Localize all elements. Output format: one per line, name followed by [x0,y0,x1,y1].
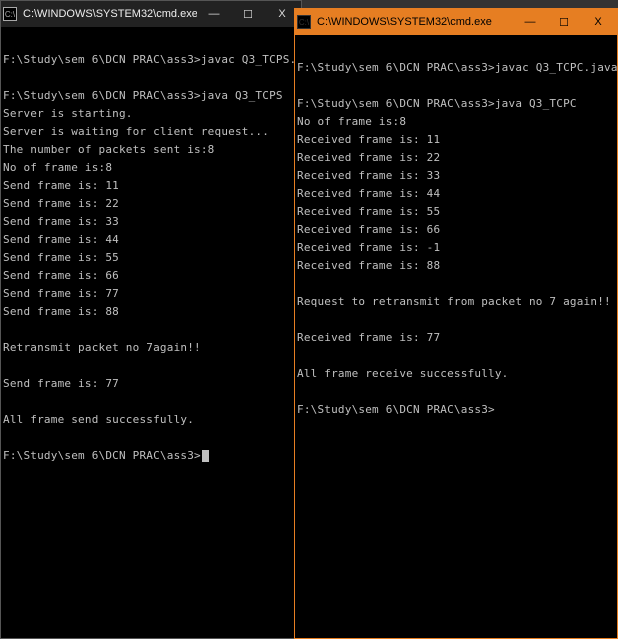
term-line: Send frame is: 11 [3,179,119,192]
term-line: Send frame is: 88 [3,305,119,318]
term-line: F:\Study\sem 6\DCN PRAC\ass3>java Q3_TCP… [3,89,283,102]
cmd-icon: C:\ [297,15,311,29]
term-line: Received frame is: 55 [297,205,440,218]
cursor-icon [202,450,209,462]
term-line: Received frame is: 77 [297,331,440,344]
cmd-window-server: C:\ C:\WINDOWS\SYSTEM32\cmd.exe — ☐ X F:… [0,0,302,639]
term-line: Received frame is: 33 [297,169,440,182]
maximize-button[interactable]: ☐ [547,11,581,33]
term-line: Received frame is: 88 [297,259,440,272]
window-title: C:\WINDOWS\SYSTEM32\cmd.exe [23,8,197,20]
term-line: All frame send successfully. [3,413,194,426]
term-line: Send frame is: 33 [3,215,119,228]
term-line: F:\Study\sem 6\DCN PRAC\ass3>java Q3_TCP… [297,97,577,110]
term-line: Received frame is: 11 [297,133,440,146]
cmd-window-client: C:\ C:\WINDOWS\SYSTEM32\cmd.exe — ☐ X F:… [294,8,618,639]
term-line: Server is waiting for client request... [3,125,269,138]
term-line: Request to retransmit from packet no 7 a… [297,295,611,308]
term-line: Send frame is: 77 [3,287,119,300]
term-line: Received frame is: 44 [297,187,440,200]
prompt-line[interactable]: F:\Study\sem 6\DCN PRAC\ass3> [3,449,209,462]
minimize-button[interactable]: — [197,3,231,25]
minimize-button[interactable]: — [513,11,547,33]
prompt-text: F:\Study\sem 6\DCN PRAC\ass3> [297,403,495,416]
term-line: Send frame is: 44 [3,233,119,246]
term-line: No of frame is:8 [297,115,406,128]
window-controls: — ☐ X [513,11,615,33]
term-line: Retransmit packet no 7again!! [3,341,201,354]
term-line: The number of packets sent is:8 [3,143,215,156]
close-button[interactable]: X [581,11,615,33]
titlebar[interactable]: C:\ C:\WINDOWS\SYSTEM32\cmd.exe — ☐ X [295,9,617,35]
term-line: F:\Study\sem 6\DCN PRAC\ass3>javac Q3_TC… [297,61,617,74]
term-line: Send frame is: 66 [3,269,119,282]
term-line: Send frame is: 22 [3,197,119,210]
term-line: Server is starting. [3,107,133,120]
prompt-text: F:\Study\sem 6\DCN PRAC\ass3> [3,449,201,462]
term-line: Received frame is: -1 [297,241,440,254]
terminal-output-client[interactable]: F:\Study\sem 6\DCN PRAC\ass3>javac Q3_TC… [295,35,617,638]
term-line: No of frame is:8 [3,161,112,174]
terminal-output-server[interactable]: F:\Study\sem 6\DCN PRAC\ass3>javac Q3_TC… [1,27,301,638]
maximize-button[interactable]: ☐ [231,3,265,25]
term-line: Received frame is: 66 [297,223,440,236]
titlebar[interactable]: C:\ C:\WINDOWS\SYSTEM32\cmd.exe — ☐ X [1,1,301,27]
window-controls: — ☐ X [197,3,299,25]
term-line: All frame receive successfully. [297,367,509,380]
window-title: C:\WINDOWS\SYSTEM32\cmd.exe [317,16,513,28]
term-line: Received frame is: 22 [297,151,440,164]
term-line: F:\Study\sem 6\DCN PRAC\ass3>javac Q3_TC… [3,53,301,66]
term-line: Send frame is: 77 [3,377,119,390]
term-line: Send frame is: 55 [3,251,119,264]
cmd-icon: C:\ [3,7,17,21]
prompt-line[interactable]: F:\Study\sem 6\DCN PRAC\ass3> [297,403,495,416]
